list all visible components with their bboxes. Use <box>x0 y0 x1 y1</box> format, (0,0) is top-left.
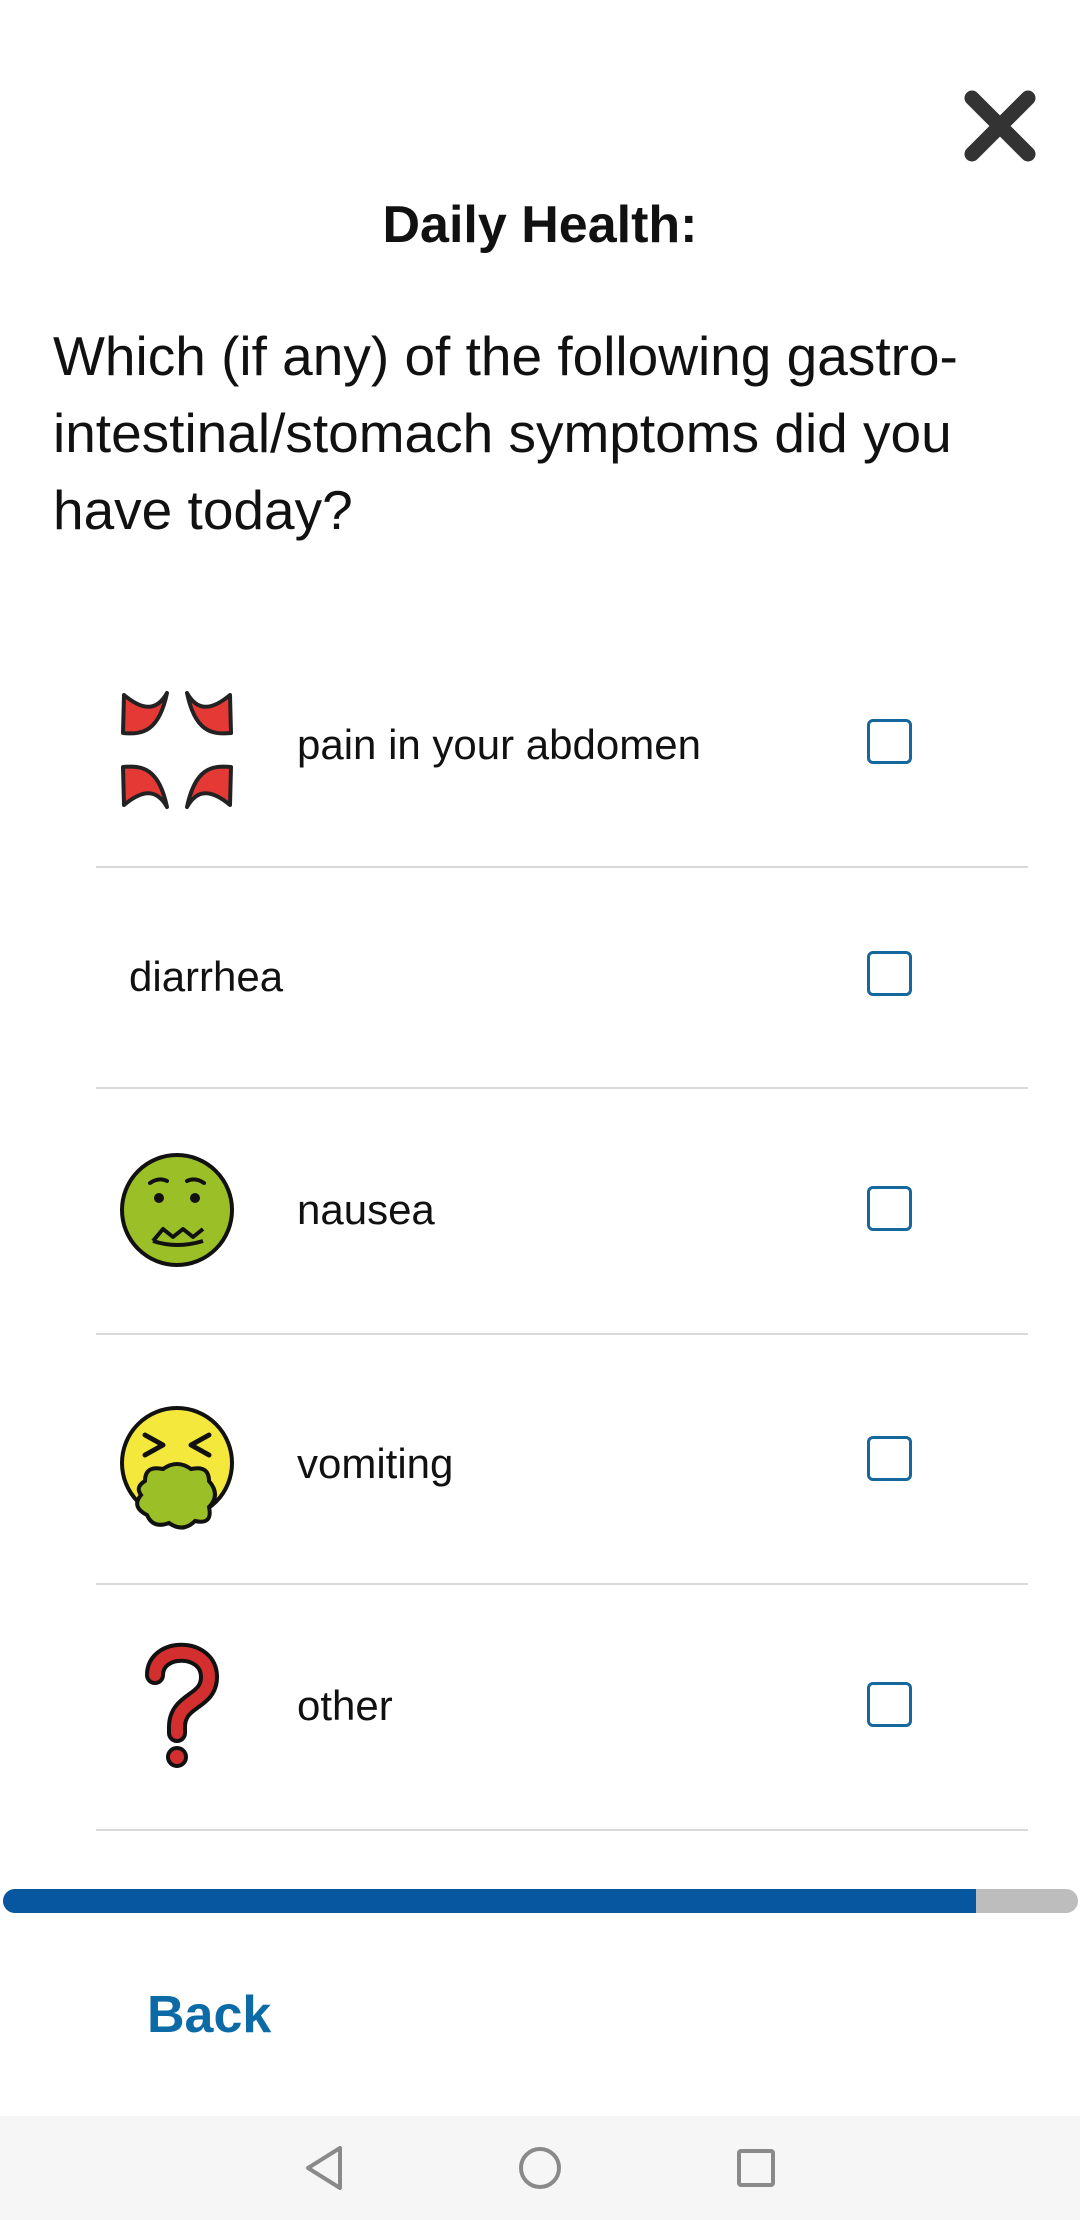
option-row-other[interactable]: other <box>96 1585 1028 1831</box>
nav-back-button[interactable] <box>296 2140 352 2196</box>
option-row-diarrhea[interactable]: diarrhea <box>96 868 1028 1089</box>
question-text: Which (if any) of the following gastro-i… <box>53 325 958 541</box>
home-circle-icon <box>519 2147 561 2189</box>
option-row-vomiting[interactable]: vomiting <box>96 1335 1028 1585</box>
option-row-nausea[interactable]: nausea <box>96 1089 1028 1335</box>
nav-recents-button[interactable] <box>728 2140 784 2196</box>
close-button[interactable] <box>962 88 1038 164</box>
checkbox-vomiting[interactable] <box>867 1436 912 1481</box>
checkbox-diarrhea[interactable] <box>867 951 912 996</box>
recents-square-icon <box>737 2149 775 2187</box>
option-label: pain in your abdomen <box>297 721 701 768</box>
close-x-icon <box>964 90 1036 162</box>
anger-symbol-icon <box>117 685 237 815</box>
checkbox-other[interactable] <box>867 1682 912 1727</box>
back-triangle-icon <box>306 2146 342 2190</box>
checkbox-abdominal-pain[interactable] <box>867 719 912 764</box>
vomiting-face-icon <box>117 1403 237 1533</box>
progress-bar-fill <box>3 1889 976 1913</box>
question-mark-icon <box>117 1639 237 1769</box>
page-title: Daily Health: <box>382 196 698 254</box>
back-button[interactable]: Back <box>147 1983 271 2047</box>
option-label: vomiting <box>297 1440 454 1487</box>
option-row-abdominal-pain[interactable]: pain in your abdomen <box>96 650 1028 868</box>
option-label: other <box>297 1682 393 1729</box>
nav-home-button[interactable] <box>512 2140 568 2196</box>
option-label: diarrhea <box>129 953 284 1000</box>
option-label: nausea <box>297 1186 435 1233</box>
checkbox-nausea[interactable] <box>867 1186 912 1231</box>
nauseated-face-icon <box>117 1145 237 1275</box>
system-navigation-bar <box>0 2116 1080 2220</box>
progress-bar <box>3 1889 1078 1913</box>
